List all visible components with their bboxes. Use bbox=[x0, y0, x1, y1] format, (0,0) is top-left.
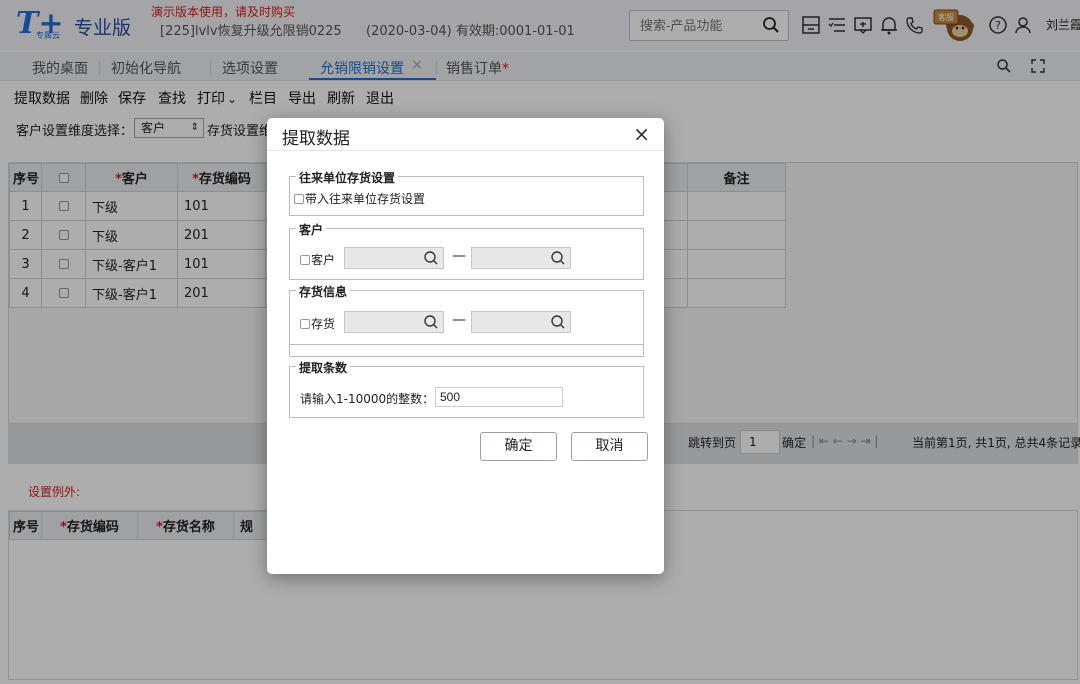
inventory-option[interactable]: 存货 bbox=[300, 315, 335, 332]
customer-option-label: 客户 bbox=[311, 253, 336, 267]
inventory-from-input[interactable] bbox=[344, 311, 444, 333]
cancel-button[interactable]: 取消 bbox=[571, 432, 648, 461]
partner-inventory-option[interactable]: 带入往来单位存货设置 bbox=[294, 190, 425, 207]
customer-from-input[interactable] bbox=[344, 247, 444, 269]
customer-legend: 客户 bbox=[296, 221, 327, 238]
search-icon[interactable] bbox=[423, 314, 439, 330]
fetch-count-prompt: 请输入1-10000的整数： bbox=[300, 392, 435, 406]
partner-inventory-label: 带入往来单位存货设置 bbox=[305, 192, 426, 206]
dialog-title: 提取数据 bbox=[282, 129, 350, 149]
search-icon[interactable] bbox=[423, 250, 439, 266]
partner-inventory-legend: 往来单位存货设置 bbox=[296, 169, 399, 186]
inventory-to-input[interactable] bbox=[471, 311, 571, 333]
customer-section: 客户 客户 — bbox=[289, 221, 644, 280]
search-icon[interactable] bbox=[550, 250, 566, 266]
customer-option[interactable]: 客户 bbox=[300, 251, 335, 268]
search-icon[interactable] bbox=[550, 314, 566, 330]
range-dash: — bbox=[452, 312, 466, 328]
inventory-option-label: 存货 bbox=[311, 317, 336, 331]
ok-button[interactable]: 确定 bbox=[480, 432, 557, 461]
fetch-data-dialog: 提取数据 × 往来单位存货设置 带入往来单位存货设置 客户 客户 — 存货信息 … bbox=[267, 118, 664, 574]
empty-section bbox=[289, 344, 644, 357]
fetch-count-input[interactable]: 500 bbox=[435, 387, 563, 407]
fetch-count-section: 提取条数 请输入1-10000的整数： 500 bbox=[289, 359, 644, 418]
partner-inventory-section: 往来单位存货设置 带入往来单位存货设置 bbox=[289, 169, 644, 216]
close-icon[interactable]: × bbox=[633, 122, 650, 146]
range-dash: — bbox=[452, 248, 466, 264]
customer-to-input[interactable] bbox=[471, 247, 571, 269]
fetch-count-legend: 提取条数 bbox=[296, 359, 351, 376]
inventory-legend: 存货信息 bbox=[296, 283, 351, 300]
partner-inventory-checkbox[interactable] bbox=[294, 194, 304, 204]
dialog-divider bbox=[267, 150, 664, 151]
inventory-section: 存货信息 存货 — bbox=[289, 283, 644, 345]
customer-checkbox[interactable] bbox=[300, 255, 310, 265]
inventory-checkbox[interactable] bbox=[300, 319, 310, 329]
